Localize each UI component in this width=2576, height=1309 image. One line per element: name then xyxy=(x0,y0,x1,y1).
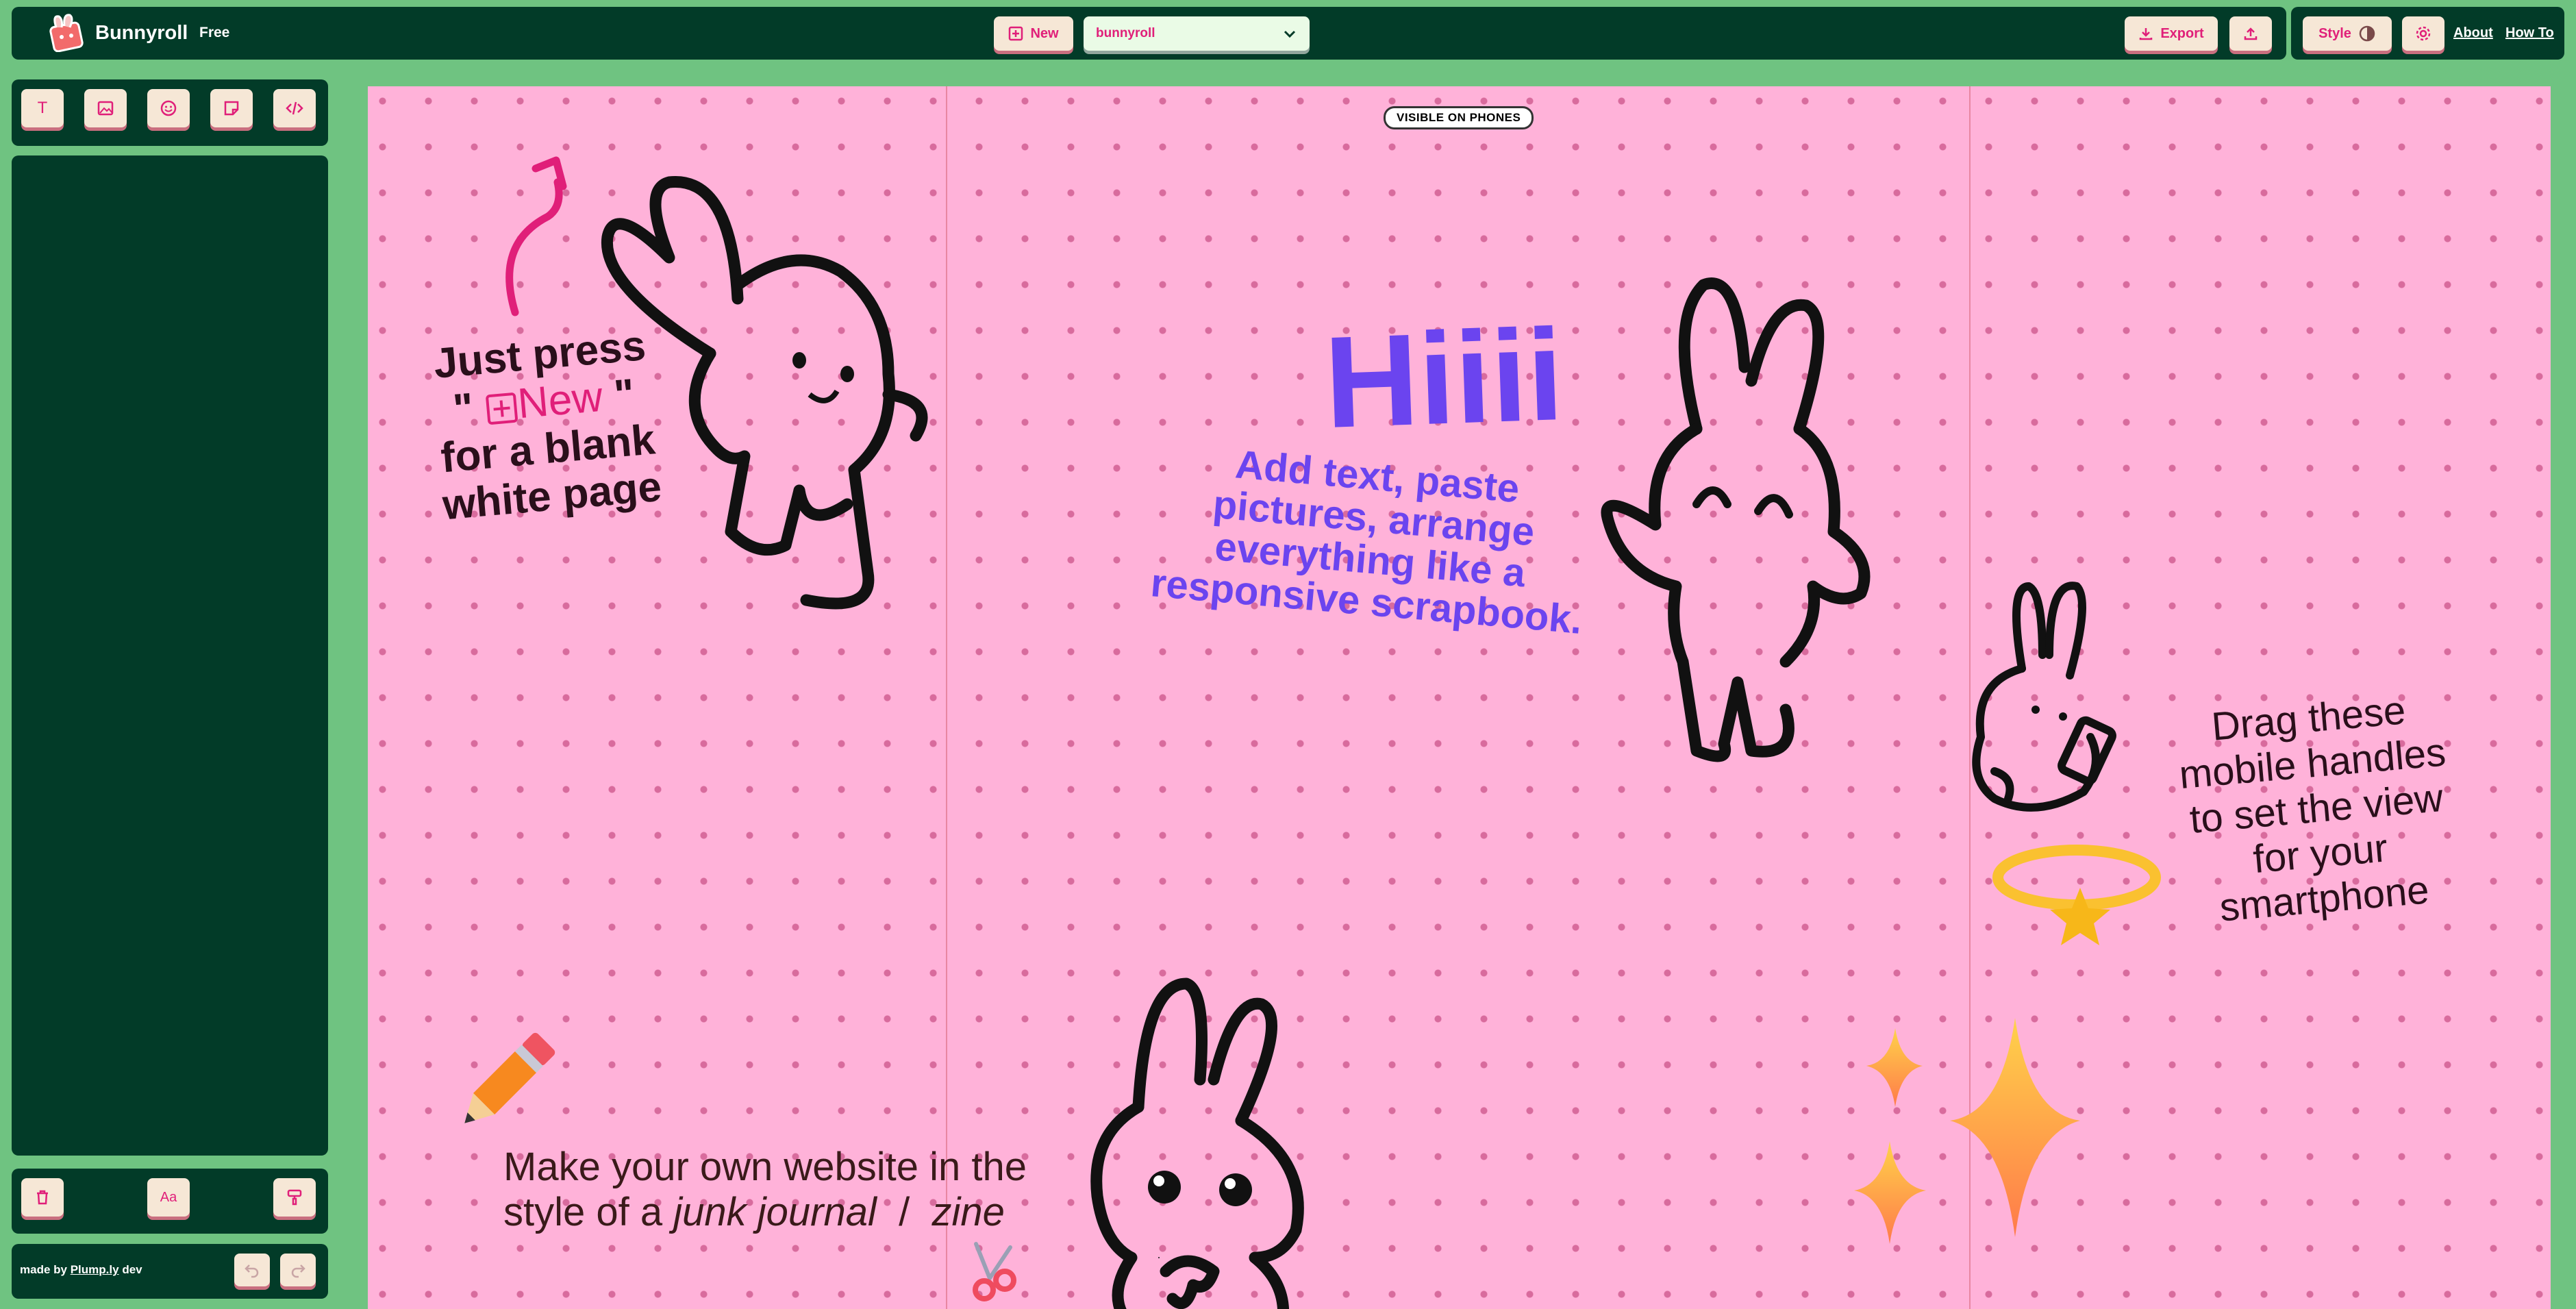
sticker-icon xyxy=(224,101,239,116)
export-button[interactable]: Export xyxy=(2125,16,2218,51)
footer-panel: made by Plump.ly dev xyxy=(12,1244,328,1299)
smiley-icon xyxy=(160,100,177,116)
visible-on-phones-badge: VISIBLE ON PHONES xyxy=(1384,106,1534,129)
howto-link[interactable]: How To xyxy=(2505,25,2554,41)
image-tool-button[interactable] xyxy=(84,89,127,127)
top-bar-right: Style About How To xyxy=(2291,7,2564,60)
export-button-label: Export xyxy=(2160,25,2204,41)
redo-button[interactable] xyxy=(280,1254,316,1286)
paint-button[interactable] xyxy=(273,1178,316,1217)
redo-icon xyxy=(291,1264,305,1278)
bunny-sketch-4 xyxy=(1090,977,1304,1309)
make-line2-prefix: style of a xyxy=(503,1190,663,1234)
upload-button[interactable] xyxy=(2229,16,2272,51)
drag-handles-note[interactable]: Drag these mobile handles to set the vie… xyxy=(2129,681,2504,937)
make-line2: style of a junk journal / zine xyxy=(503,1190,1027,1235)
new-button[interactable]: New xyxy=(994,16,1073,51)
project-select[interactable]: bunnyroll xyxy=(1084,16,1310,51)
plan-label: Free xyxy=(199,25,230,40)
scrapbook-canvas[interactable]: VISIBLE ON PHONES Just press " New " for… xyxy=(368,86,2551,1309)
bunny-sketch-2 xyxy=(1601,277,1871,762)
text-tool-button[interactable]: T xyxy=(21,89,64,127)
scissors-icon xyxy=(973,1242,1016,1301)
tool-panel: T xyxy=(12,79,328,146)
made-by-text: made by Plump.ly dev xyxy=(20,1263,142,1277)
layers-panel xyxy=(12,155,328,1156)
add-text-note[interactable]: Add text, paste pictures, arrange everyt… xyxy=(1099,432,1645,645)
project-select-value: bunnyroll xyxy=(1096,26,1155,40)
sticker-tool-button[interactable] xyxy=(210,89,253,127)
arrow-doodle xyxy=(505,156,567,316)
bottom-tool-panel: Aa xyxy=(12,1169,328,1234)
bunnyroll-logo[interactable] xyxy=(42,14,90,52)
made-by-suffix: dev xyxy=(122,1263,142,1276)
quote-close: " xyxy=(612,370,637,420)
embed-tool-button[interactable] xyxy=(273,89,316,127)
plus-square-icon xyxy=(1009,26,1023,41)
code-icon xyxy=(286,101,303,115)
upload-icon xyxy=(2244,27,2258,40)
inline-new-label: New xyxy=(516,373,605,428)
make-line2-sep: / xyxy=(899,1190,910,1234)
delete-page-button[interactable] xyxy=(21,1178,64,1217)
emoji-tool-button[interactable] xyxy=(147,89,190,127)
sparkles-decoration xyxy=(1854,1018,2080,1244)
chevron-down-icon xyxy=(1284,30,1296,38)
gear-icon xyxy=(2416,26,2431,41)
top-bar: Bunnyroll Free New bunnyroll Export xyxy=(12,7,2286,60)
bunny-phone-sketch xyxy=(1972,582,2116,812)
contrast-icon xyxy=(2359,25,2375,42)
pencil-icon xyxy=(464,1032,555,1123)
make-line2-italic2: zine xyxy=(931,1190,1005,1234)
style-button-label: Style xyxy=(2318,25,2351,41)
about-link[interactable]: About xyxy=(2453,25,2493,41)
trash-icon xyxy=(37,1190,48,1205)
make-website-note[interactable]: Make your own website in the style of a … xyxy=(503,1145,1027,1235)
just-press-note[interactable]: Just press " New " for a blank white pag… xyxy=(391,319,701,532)
plumply-link[interactable]: Plump.ly xyxy=(71,1263,119,1276)
download-icon xyxy=(2140,28,2153,40)
settings-button[interactable] xyxy=(2402,16,2444,51)
make-line1: Make your own website in the xyxy=(503,1145,1027,1189)
image-icon xyxy=(97,101,114,116)
text-icon: T xyxy=(37,99,48,117)
make-line2-italic1: junk journal xyxy=(673,1190,877,1234)
style-button[interactable]: Style xyxy=(2303,16,2392,51)
app-name: Bunnyroll xyxy=(95,22,188,44)
undo-icon xyxy=(245,1264,259,1278)
plus-square-icon xyxy=(486,392,518,425)
font-button[interactable]: Aa xyxy=(147,1178,190,1217)
hiii-heading[interactable]: Hiiii xyxy=(1322,300,1566,458)
made-by-prefix: made by xyxy=(20,1263,67,1276)
font-button-label: Aa xyxy=(160,1189,177,1205)
paint-roller-icon xyxy=(287,1189,302,1206)
new-button-label: New xyxy=(1030,25,1059,41)
undo-button[interactable] xyxy=(234,1254,270,1286)
quote-open: " xyxy=(451,384,476,434)
